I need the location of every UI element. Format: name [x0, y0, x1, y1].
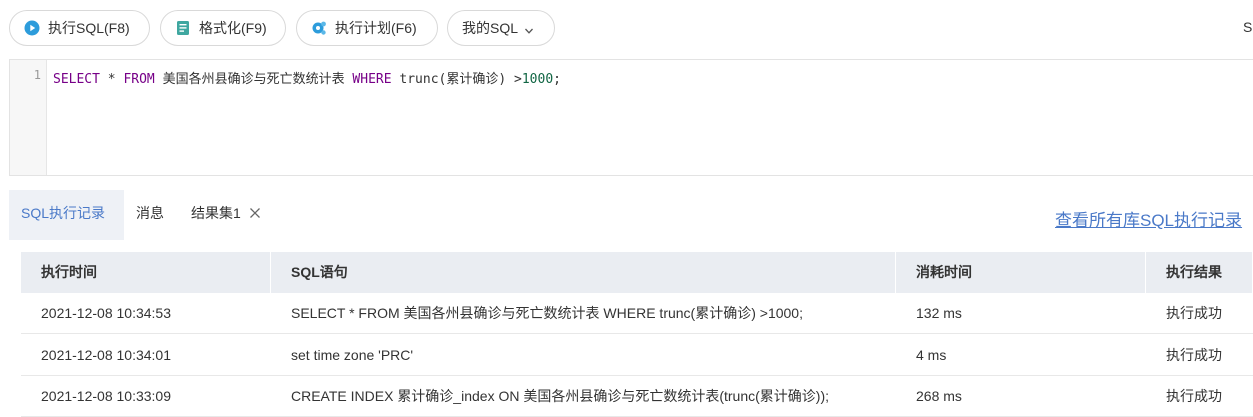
cell-time: 2021-12-08 10:34:53 — [41, 305, 171, 321]
cell-time: 2021-12-08 10:33:09 — [41, 388, 171, 404]
code-star: * — [99, 72, 124, 87]
code-function: trunc(累计确诊) > — [391, 72, 522, 87]
view-all-sql-history-link[interactable]: 查看所有库SQL执行记录 — [1055, 206, 1242, 231]
execute-sql-button[interactable]: 执行SQL(F8) — [9, 10, 150, 46]
document-format-icon — [175, 20, 191, 36]
cell-cost: 4 ms — [916, 347, 947, 363]
header-exec-result: 执行结果 — [1146, 252, 1253, 293]
sql-code-line[interactable]: SELECT * FROM 美国各州县确诊与死亡数统计表 WHERE trunc… — [53, 68, 561, 87]
my-sql-dropdown[interactable]: 我的SQL — [447, 10, 555, 46]
format-button[interactable]: 格式化(F9) — [160, 10, 286, 46]
cell-sql: set time zone 'PRC' — [291, 347, 414, 363]
table-header: 执行时间 SQL语句 消耗时间 执行结果 — [21, 252, 1253, 293]
table-row[interactable]: 2021-12-08 10:34:01 set time zone 'PRC' … — [21, 335, 1253, 376]
chevron-down-icon — [524, 23, 534, 34]
header-exec-time: 执行时间 — [21, 252, 271, 293]
cell-result: 执行成功 — [1166, 388, 1222, 404]
cell-sql: CREATE INDEX 累计确诊_index ON 美国各州县确诊与死亡数统计… — [291, 388, 830, 404]
code-semicolon: ; — [553, 72, 561, 87]
close-icon[interactable] — [249, 191, 261, 218]
tab-messages[interactable]: 消息 — [136, 190, 164, 240]
code-table-name: 美国各州县确诊与死亡数统计表 — [154, 72, 353, 87]
cell-result: 执行成功 — [1166, 347, 1222, 363]
keyword-select: SELECT — [53, 72, 100, 87]
execution-plan-label: 执行计划(F6) — [335, 20, 417, 36]
tab-result-set[interactable]: 结果集1 — [191, 190, 261, 240]
cell-cost: 132 ms — [916, 305, 962, 321]
gear-plan-icon — [311, 20, 327, 36]
header-sql-statement: SQL语句 — [271, 252, 896, 293]
execution-plan-button[interactable]: 执行计划(F6) — [296, 10, 438, 46]
tab-result-label: 结果集1 — [191, 205, 241, 221]
line-number: 1 — [33, 68, 41, 82]
tab-sql-history[interactable]: SQL执行记录 — [9, 190, 124, 240]
keyword-where: WHERE — [352, 72, 392, 87]
table-row[interactable]: 2021-12-08 10:34:53 SELECT * FROM 美国各州县确… — [21, 293, 1253, 334]
line-gutter: 1 — [10, 60, 47, 175]
format-label: 格式化(F9) — [199, 20, 267, 36]
code-number: 1000 — [521, 72, 554, 87]
sql-editor[interactable]: 1 SELECT * FROM 美国各州县确诊与死亡数统计表 WHERE tru… — [9, 59, 1253, 176]
my-sql-label: 我的SQL — [462, 20, 519, 36]
cell-time: 2021-12-08 10:34:01 — [41, 347, 171, 363]
cell-result: 执行成功 — [1166, 305, 1222, 321]
right-toolbar-partial-text: S — [1243, 19, 1253, 35]
play-icon — [24, 20, 40, 36]
header-elapsed-time: 消耗时间 — [896, 252, 1146, 293]
execute-sql-label: 执行SQL(F8) — [48, 20, 130, 36]
cell-cost: 268 ms — [916, 388, 962, 404]
table-row[interactable]: 2021-12-08 10:33:09 CREATE INDEX 累计确诊_in… — [21, 376, 1253, 417]
cell-sql: SELECT * FROM 美国各州县确诊与死亡数统计表 WHERE trunc… — [291, 305, 803, 321]
keyword-from: FROM — [123, 72, 155, 87]
toolbar: 执行SQL(F8) 格式化(F9) 执行计划(F6) 我的SQL S — [0, 0, 1253, 56]
